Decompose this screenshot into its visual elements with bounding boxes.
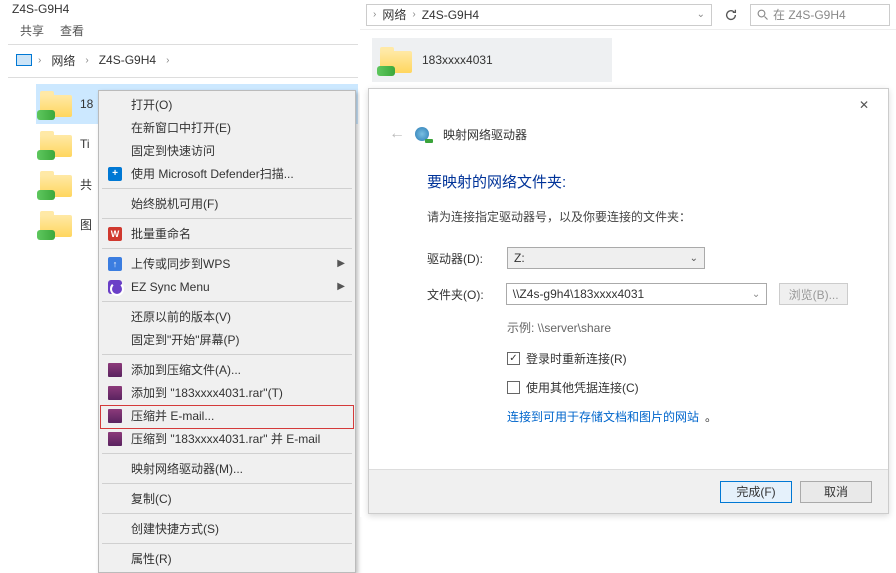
context-menu: 打开(O) 在新窗口中打开(E) 固定到快速访问 +使用 Microsoft D… <box>98 90 356 573</box>
chevron-down-icon: ⌄ <box>690 253 698 264</box>
folder-value: \\Z4s-g9h4\183xxxx4031 <box>513 287 644 301</box>
breadcrumb-host[interactable]: Z4S-G9H4 <box>95 51 160 69</box>
left-address-bar[interactable]: › 网络 › Z4S-G9H4 › <box>8 45 358 75</box>
folder-label: 共 <box>80 176 92 193</box>
chevron-right-icon: › <box>85 55 88 66</box>
cm-map-network-drive[interactable]: 映射网络驱动器(M)... <box>101 457 353 480</box>
chevron-right-icon: › <box>166 55 169 66</box>
folder-field-label: 文件夹(O): <box>427 286 494 303</box>
dialog-header-title: 映射网络驱动器 <box>443 126 527 143</box>
drive-select[interactable]: Z: ⌄ <box>507 247 705 269</box>
storage-website-link[interactable]: 连接到可用于存储文档和图片的网站 <box>507 408 699 425</box>
cm-open-new-window[interactable]: 在新窗口中打开(E) <box>101 116 353 139</box>
shared-folder-icon <box>380 47 412 73</box>
rar-icon <box>108 386 122 400</box>
monitor-icon <box>16 54 32 66</box>
breadcrumb-network[interactable]: 网络 <box>47 50 79 71</box>
cm-create-shortcut[interactable]: 创建快捷方式(S) <box>101 517 353 540</box>
back-arrow-icon: ← <box>389 125 405 143</box>
right-address-bar[interactable]: › 网络 › Z4S-G9H4 ⌄ <box>366 4 712 26</box>
credentials-checkbox[interactable] <box>507 381 520 394</box>
refresh-button[interactable] <box>720 4 742 26</box>
close-icon: ✕ <box>859 98 869 112</box>
reconnect-label: 登录时重新连接(R) <box>526 350 627 367</box>
folder-label: 18 <box>80 97 93 111</box>
shared-folder-icon <box>40 131 72 157</box>
cm-upload-wps[interactable]: ↑上传或同步到WPS▶ <box>101 252 353 275</box>
chevron-down-icon[interactable]: ⌄ <box>697 9 705 20</box>
cm-add-to-named-rar[interactable]: 添加到 "183xxxx4031.rar"(T) <box>101 381 353 404</box>
cm-properties[interactable]: 属性(R) <box>101 547 353 570</box>
chevron-right-icon: › <box>412 9 415 20</box>
cm-always-offline[interactable]: 始终脱机可用(F) <box>101 192 353 215</box>
close-button[interactable]: ✕ <box>848 95 880 115</box>
drive-value: Z: <box>514 251 525 265</box>
reconnect-checkbox[interactable]: ✓ <box>507 352 520 365</box>
folder-item[interactable]: 183xxxx4031 <box>372 38 612 82</box>
chevron-right-icon: ▶ <box>337 281 345 292</box>
cm-pin-start[interactable]: 固定到"开始"屏幕(P) <box>101 328 353 351</box>
shared-folder-icon <box>40 91 72 117</box>
ribbon-tabs: 共享 查看 <box>8 18 358 42</box>
cm-defender-scan[interactable]: +使用 Microsoft Defender扫描... <box>101 162 353 185</box>
dialog-description: 请为连接指定驱动器号，以及你要连接的文件夹： <box>427 208 848 225</box>
left-tree-strip <box>8 78 28 244</box>
cm-add-to-archive[interactable]: 添加到压缩文件(A)... <box>101 358 353 381</box>
link-suffix: 。 <box>705 408 717 425</box>
cm-copy[interactable]: 复制(C) <box>101 487 353 510</box>
breadcrumb-host[interactable]: Z4S-G9H4 <box>422 8 479 22</box>
rar-icon <box>108 363 122 377</box>
finish-button[interactable]: 完成(F) <box>720 481 792 503</box>
search-placeholder: 在 Z4S-G9H4 <box>773 6 846 23</box>
dialog-main-title: 要映射的网络文件夹: <box>427 171 848 192</box>
wps-red-icon: W <box>108 227 122 241</box>
wps-blue-icon: ↑ <box>108 257 122 271</box>
search-box[interactable]: 在 Z4S-G9H4 <box>750 4 890 26</box>
left-window-title: Z4S-G9H4 <box>12 2 69 16</box>
ribbon-tab-share[interactable]: 共享 <box>20 22 44 39</box>
cm-compress-email[interactable]: 压缩并 E-mail... <box>101 404 353 427</box>
cm-ez-sync[interactable]: EZ Sync Menu▶ <box>101 275 353 298</box>
example-text: 示例: \\server\share <box>507 319 848 336</box>
map-network-drive-dialog: ✕ ← 映射网络驱动器 要映射的网络文件夹: 请为连接指定驱动器号，以及你要连接… <box>368 88 889 514</box>
chevron-right-icon: ▶ <box>337 258 345 269</box>
network-drive-icon <box>415 125 433 143</box>
cm-restore-previous[interactable]: 还原以前的版本(V) <box>101 305 353 328</box>
cm-open[interactable]: 打开(O) <box>101 93 353 116</box>
folder-input[interactable]: \\Z4s-g9h4\183xxxx4031 ⌄ <box>506 283 767 305</box>
cm-compress-named-email[interactable]: 压缩到 "183xxxx4031.rar" 并 E-mail <box>101 427 353 450</box>
shield-icon: + <box>108 167 122 181</box>
shared-folder-icon <box>40 211 72 237</box>
rar-icon <box>108 432 122 446</box>
ez-sync-icon <box>108 280 122 294</box>
cm-batch-rename[interactable]: W批量重命名 <box>101 222 353 245</box>
left-titlebar: Z4S-G9H4 <box>8 0 358 18</box>
dialog-footer: 完成(F) 取消 <box>369 469 888 513</box>
refresh-icon <box>724 8 738 22</box>
cancel-button[interactable]: 取消 <box>800 481 872 503</box>
breadcrumb-network[interactable]: 网络 <box>382 6 406 23</box>
credentials-label: 使用其他凭据连接(C) <box>526 379 639 396</box>
chevron-down-icon: ⌄ <box>752 289 760 300</box>
folder-label: 183xxxx4031 <box>422 53 493 67</box>
shared-folder-icon <box>40 171 72 197</box>
cm-pin-quick-access[interactable]: 固定到快速访问 <box>101 139 353 162</box>
browse-button: 浏览(B)... <box>779 283 848 305</box>
rar-icon <box>108 409 122 423</box>
folder-label: 图 <box>80 216 92 233</box>
folder-label: Ti <box>80 137 90 151</box>
chevron-right-icon: › <box>38 55 41 66</box>
search-icon <box>757 9 769 21</box>
ribbon-tab-view[interactable]: 查看 <box>60 22 84 39</box>
drive-label: 驱动器(D): <box>427 250 495 267</box>
chevron-right-icon: › <box>373 9 376 20</box>
